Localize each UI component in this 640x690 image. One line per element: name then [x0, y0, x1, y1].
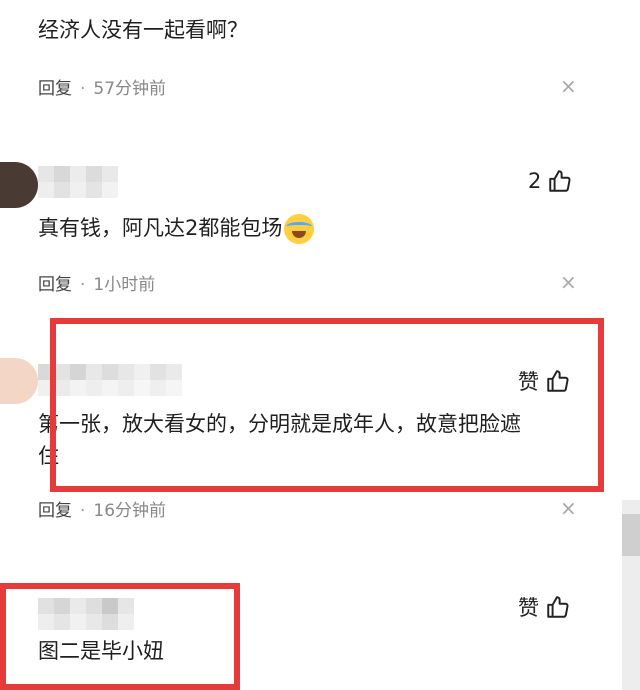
like-button[interactable]: 赞 [518, 592, 571, 622]
highlight-box [0, 583, 240, 690]
comment-text: 真有钱，阿凡达2都能包场 [38, 212, 315, 244]
reply-button[interactable]: 回复 [38, 501, 72, 521]
avatar[interactable] [0, 162, 38, 208]
close-icon[interactable]: × [560, 74, 577, 98]
separator-dot: · [80, 501, 86, 521]
separator-dot: · [80, 79, 86, 99]
scrollbar-track[interactable] [622, 500, 640, 690]
close-icon[interactable]: × [560, 496, 577, 520]
reply-button[interactable]: 回复 [38, 79, 72, 99]
thumbs-up-icon [549, 170, 571, 192]
comment-time: 57分钟前 [93, 79, 167, 99]
comment-time: 1小时前 [93, 275, 156, 295]
comment-meta: 回复 · 57分钟前 [38, 74, 166, 99]
username-blurred-row [38, 182, 118, 198]
separator-dot: · [80, 275, 86, 295]
like-button[interactable]: 2 [528, 168, 573, 194]
highlight-box [50, 318, 604, 492]
comment-time: 16分钟前 [93, 501, 167, 521]
laughing-crying-emoji-icon [284, 214, 315, 244]
username-blurred[interactable] [38, 166, 118, 182]
comment-text: 经济人没有一起看啊？ [38, 18, 248, 42]
comment-meta: 回复 · 1小时前 [38, 270, 155, 295]
like-count: 2 [528, 169, 542, 193]
thumbs-up-icon [547, 596, 569, 618]
comment-text-content: 真有钱，阿凡达2都能包场 [38, 216, 283, 240]
avatar[interactable] [0, 358, 38, 404]
comment-meta: 回复 · 16分钟前 [38, 496, 166, 521]
scrollbar-thumb[interactable] [622, 514, 640, 556]
reply-button[interactable]: 回复 [38, 275, 72, 295]
like-label: 赞 [518, 596, 539, 620]
close-icon[interactable]: × [560, 270, 577, 294]
